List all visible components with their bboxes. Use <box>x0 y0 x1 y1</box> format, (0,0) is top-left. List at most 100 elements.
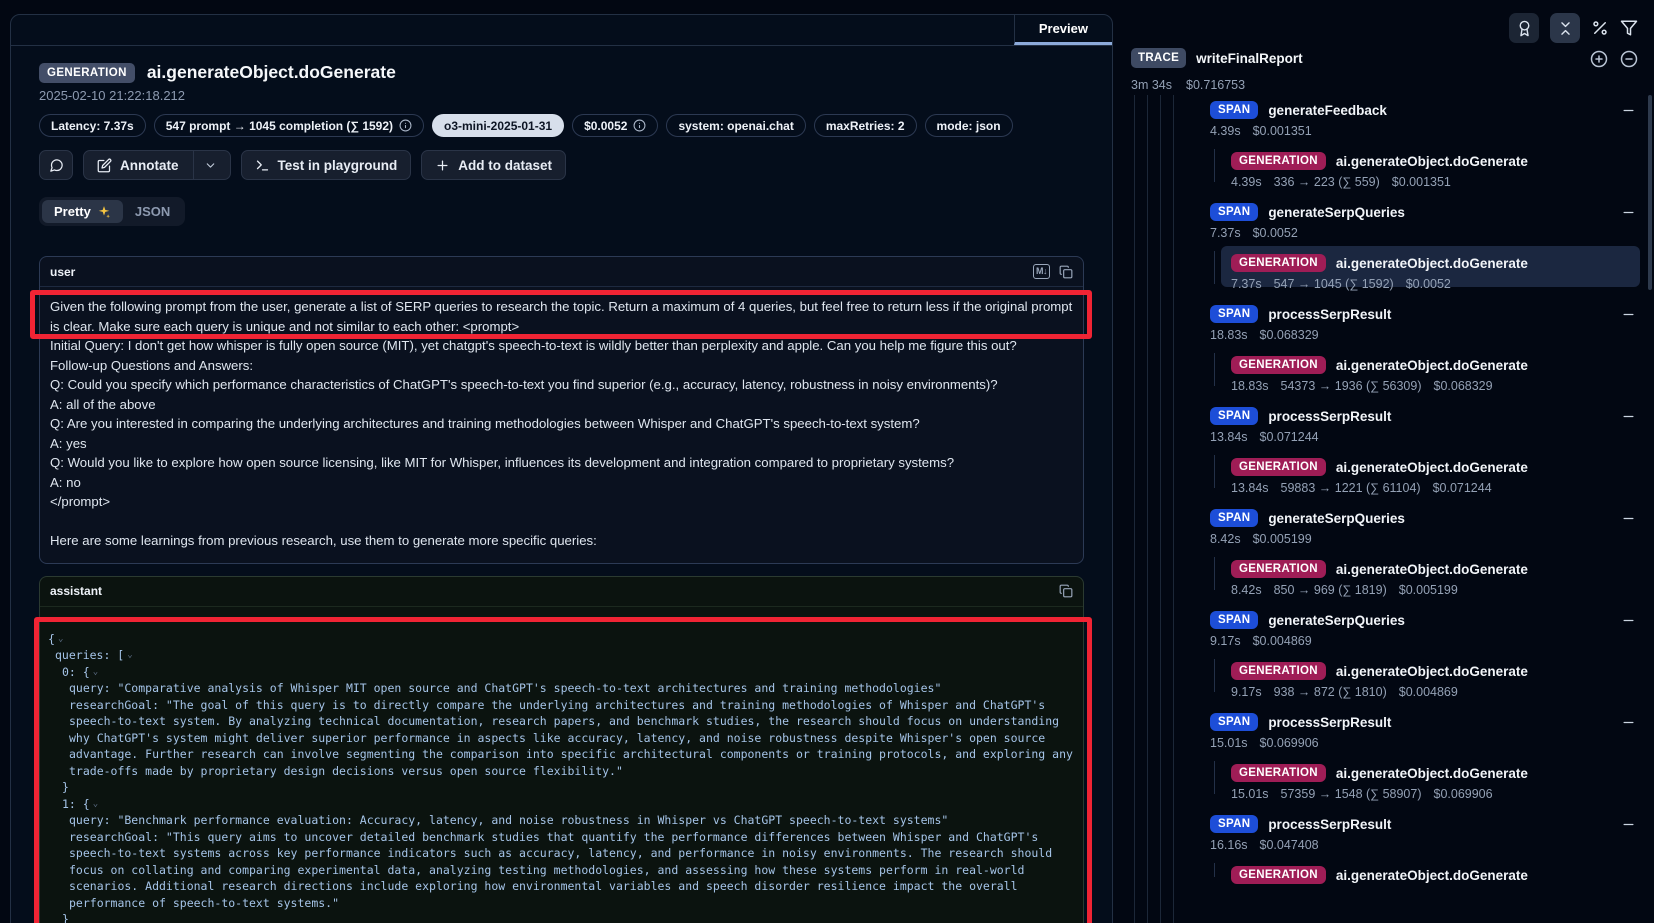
generation-meta: 9.17s938 → 872 (∑ 1810)$0.004869 <box>1231 685 1640 700</box>
trace-span-row[interactable]: SPAN generateFeedback <box>1210 100 1654 120</box>
metrics-row: Latency: 7.37s547 prompt → 1045 completi… <box>39 114 1084 137</box>
collapse-tree-icon[interactable] <box>1620 50 1638 68</box>
span-duration: 15.01s <box>1210 736 1248 751</box>
trace-span-row[interactable]: SPAN generateSerpQueries <box>1210 202 1654 222</box>
user-role-label: user <box>50 265 75 279</box>
sidebar-toolbar <box>1509 13 1638 43</box>
trace-span-row[interactable]: SPAN processSerpResult <box>1210 406 1654 426</box>
generation-duration: 18.83s <box>1231 379 1269 394</box>
comment-button[interactable] <box>39 150 73 180</box>
filter-button[interactable] <box>1620 19 1638 37</box>
tab-preview-label: Preview <box>1039 21 1088 36</box>
trace-span-row[interactable]: SPAN processSerpResult <box>1210 712 1654 732</box>
chat-bubble-icon <box>49 158 64 173</box>
user-message-panel: user M↓ Given the following prompt from … <box>39 256 1084 564</box>
annotation-queue-button[interactable] <box>1509 13 1539 43</box>
trace-generation-row[interactable]: GENERATION ai.generateObject.doGenerate <box>1231 865 1640 885</box>
collapse-node-icon[interactable] <box>1621 103 1636 118</box>
generation-duration: 7.37s <box>1231 277 1262 292</box>
add-to-dataset-button[interactable]: Add to dataset <box>421 150 566 180</box>
trace-span-row[interactable]: SPAN generateSerpQueries <box>1210 610 1654 630</box>
button-divider <box>193 151 194 179</box>
collapse-node-icon[interactable] <box>1621 511 1636 526</box>
metric-pill: mode: json <box>925 114 1013 137</box>
sidebar-scrollbar[interactable] <box>1648 95 1652 290</box>
generation-duration: 8.42s <box>1231 583 1262 598</box>
trace-span-row[interactable]: SPAN processSerpResult <box>1210 814 1654 834</box>
collapse-node-icon[interactable] <box>1621 613 1636 628</box>
user-message-header: user M↓ <box>40 257 1083 287</box>
generation-name: ai.generateObject.doGenerate <box>1336 358 1528 373</box>
annotate-button[interactable]: Annotate <box>83 150 231 180</box>
chevron-down-icon[interactable] <box>204 159 217 172</box>
metric-pill: maxRetries: 2 <box>814 114 917 137</box>
generation-tokens: 850 → 969 (∑ 1819) <box>1274 583 1387 598</box>
assistant-json-body: {⌄ queries: [⌄ 0: {⌄query: "Comparative … <box>40 607 1083 923</box>
generation-cost: $0.068329 <box>1434 379 1493 394</box>
trace-generation-row[interactable]: GENERATION ai.generateObject.doGenerate9… <box>1231 661 1640 700</box>
collapse-caret-icon[interactable]: ⌄ <box>93 667 98 677</box>
collapse-caret-icon[interactable]: ⌄ <box>58 634 63 644</box>
generation-type-badge: GENERATION <box>1231 764 1326 782</box>
annotate-label: Annotate <box>120 158 179 173</box>
chevrons-collapse-icon <box>1557 20 1574 37</box>
trace-generation-row[interactable]: GENERATION ai.generateObject.doGenerate8… <box>1231 559 1640 598</box>
generation-tokens: 57359 → 1548 (∑ 58907) <box>1281 787 1422 802</box>
tab-preview[interactable]: Preview <box>1014 15 1112 45</box>
copy-icon[interactable] <box>1059 265 1073 279</box>
generation-type-badge: GENERATION <box>1231 356 1326 374</box>
copy-icon[interactable] <box>1059 584 1073 598</box>
span-duration: 7.37s <box>1210 226 1241 241</box>
trace-span-row[interactable]: SPAN generateSerpQueries <box>1210 508 1654 528</box>
trace-tree-sidebar: TRACE writeFinalReport 3m 34s $0.716753 … <box>1118 0 1654 923</box>
collapse-caret-icon[interactable]: ⌄ <box>93 799 98 809</box>
test-in-playground-button[interactable]: Test in playground <box>241 150 412 180</box>
span-meta: 4.39s$0.001351 <box>1210 124 1654 139</box>
span-meta: 13.84s$0.071244 <box>1210 430 1654 445</box>
trace-generation-row[interactable]: GENERATION ai.generateObject.doGenerate1… <box>1231 457 1640 496</box>
span-name: generateSerpQueries <box>1268 613 1405 628</box>
span-meta: 7.37s$0.0052 <box>1210 226 1654 241</box>
generation-type-badge: GENERATION <box>1231 152 1326 170</box>
generation-duration: 15.01s <box>1231 787 1269 802</box>
info-icon[interactable] <box>399 119 412 132</box>
trace-generation-row[interactable]: GENERATION ai.generateObject.doGenerate1… <box>1231 763 1640 802</box>
observation-header: GENERATION ai.generateObject.doGenerate <box>39 62 1084 83</box>
collapse-all-button[interactable] <box>1550 13 1580 43</box>
span-name: processSerpResult <box>1268 817 1391 832</box>
toggle-pretty[interactable]: Pretty <box>42 200 123 223</box>
markdown-toggle-icon[interactable]: M↓ <box>1033 264 1050 279</box>
collapse-node-icon[interactable] <box>1621 817 1636 832</box>
observation-detail-card: Preview GENERATION ai.generateObject.doG… <box>10 14 1113 923</box>
generation-cost: $0.004869 <box>1399 685 1458 700</box>
trace-generation-row[interactable]: GENERATION ai.generateObject.doGenerate4… <box>1231 151 1640 190</box>
trace-cost: $0.716753 <box>1186 78 1245 92</box>
trace-header[interactable]: TRACE writeFinalReport <box>1131 48 1584 68</box>
trace-generation-row[interactable]: GENERATION ai.generateObject.doGenerate 1… <box>1231 355 1640 394</box>
trace-span-row[interactable]: SPAN processSerpResult <box>1210 304 1654 324</box>
trace-meta: 3m 34s $0.716753 <box>1131 78 1245 92</box>
generation-type-badge: GENERATION <box>1231 458 1326 476</box>
toggle-json[interactable]: JSON <box>123 200 182 223</box>
generation-duration: 4.39s <box>1231 175 1262 190</box>
collapse-node-icon[interactable] <box>1621 715 1636 730</box>
collapse-node-icon[interactable] <box>1621 205 1636 220</box>
generation-meta: 15.01s 57359 → 1548 (∑ 58907) $0.069906 <box>1231 787 1640 802</box>
span-name: generateSerpQueries <box>1268 511 1405 526</box>
expand-all-icon[interactable] <box>1590 50 1608 68</box>
trace-generation-row[interactable]: GENERATION ai.generateObject.doGenerate7… <box>1231 253 1640 292</box>
info-icon[interactable] <box>633 119 646 132</box>
collapse-node-icon[interactable] <box>1621 409 1636 424</box>
generation-name: ai.generateObject.doGenerate <box>1336 256 1528 271</box>
span-duration: 4.39s <box>1210 124 1241 139</box>
span-name: processSerpResult <box>1268 715 1391 730</box>
toggle-metrics-button[interactable] <box>1591 19 1609 37</box>
collapse-caret-icon[interactable]: ⌄ <box>127 650 132 660</box>
generation-tokens: 938 → 872 (∑ 1810) <box>1274 685 1387 700</box>
sparkles-icon <box>97 205 111 219</box>
collapse-node-icon[interactable] <box>1621 307 1636 322</box>
filter-icon <box>1620 19 1638 37</box>
json-property-line: query: "Comparative analysis of Whisper … <box>69 680 1075 697</box>
generation-cost: $0.069906 <box>1434 787 1493 802</box>
user-message-text: Initial Query: I don't get how whisper i… <box>50 336 1073 551</box>
